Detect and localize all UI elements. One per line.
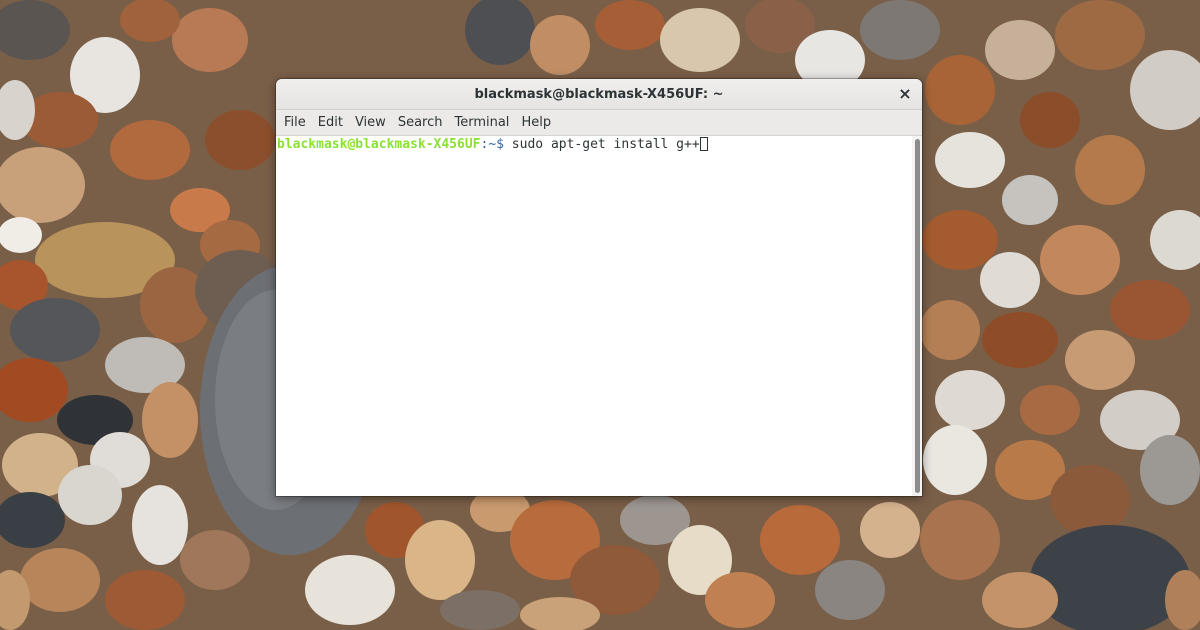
terminal-window[interactable]: blackmask@blackmask-X456UF: ~ × File Edi…	[276, 79, 922, 496]
window-titlebar[interactable]: blackmask@blackmask-X456UF: ~ ×	[276, 79, 922, 110]
scroll-thumb[interactable]	[915, 139, 920, 493]
window-title: blackmask@blackmask-X456UF: ~	[474, 87, 724, 102]
menu-search[interactable]: Search	[392, 111, 449, 135]
menu-edit[interactable]: Edit	[312, 111, 349, 135]
menu-bar: File Edit View Search Terminal Help	[276, 110, 922, 136]
close-icon[interactable]: ×	[896, 85, 914, 103]
prompt-user: blackmask@blackmask-X456UF	[277, 137, 481, 152]
menu-view[interactable]: View	[349, 111, 392, 135]
terminal-area[interactable]: blackmask@blackmask-X456UF:~$ sudo apt-g…	[276, 136, 912, 496]
menu-terminal[interactable]: Terminal	[448, 111, 515, 135]
command-line: blackmask@blackmask-X456UF:~$ sudo apt-g…	[277, 137, 708, 153]
text-cursor	[699, 137, 708, 151]
typed-command: sudo apt-get install g++	[503, 137, 700, 152]
menu-help[interactable]: Help	[515, 111, 557, 135]
menu-file[interactable]: File	[278, 111, 312, 135]
vertical-scrollbar[interactable]	[912, 136, 922, 496]
prompt-path: :~$	[480, 137, 504, 152]
